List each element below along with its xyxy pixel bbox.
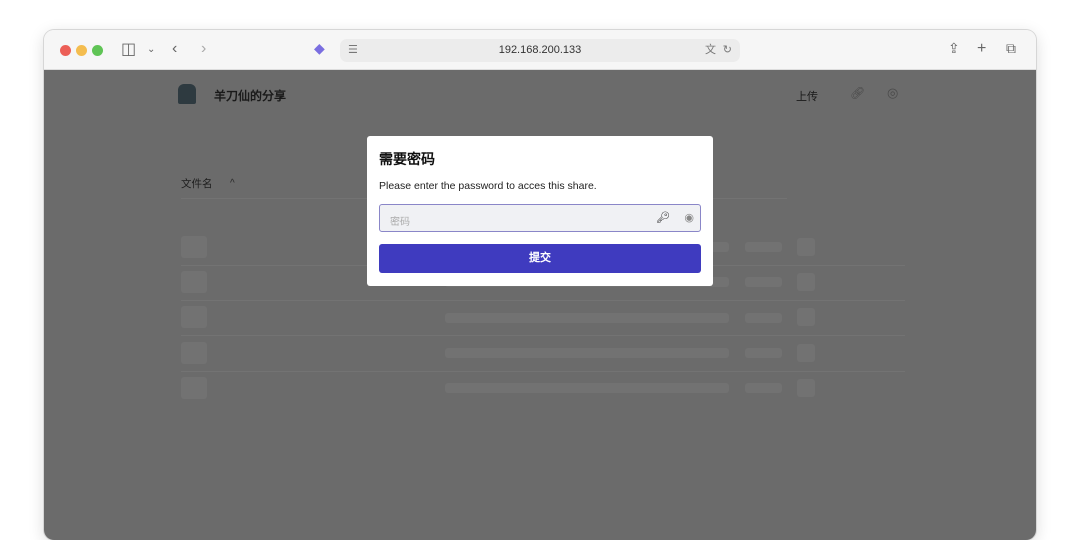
reload-icon[interactable]: ↻ (723, 39, 732, 62)
share-icon[interactable]: ⇪ (948, 40, 960, 57)
dialog-title: 需要密码 (379, 151, 435, 167)
sort-icon[interactable]: ^ (230, 178, 235, 189)
browser-window: ◫ ⌄ ‹ › ◆ ☰ 192.168.200.133 文 ↻ ⇪ + ⧉ 羊刀… (44, 30, 1036, 540)
tab-overview-icon[interactable]: ⧉ (1006, 40, 1016, 57)
maximize-window-button[interactable] (92, 45, 103, 56)
back-button[interactable]: ‹ (172, 40, 177, 58)
browser-toolbar: ◫ ⌄ ‹ › ◆ ☰ 192.168.200.133 文 ↻ ⇪ + ⧉ (44, 30, 1036, 70)
site-title: 羊刀仙的分享 (214, 89, 287, 103)
sidebar-icon[interactable]: ◫ (121, 39, 136, 59)
account-icon[interactable]: ◎ (887, 85, 898, 101)
password-dialog: 需要密码 Please enter the password to acces … (367, 136, 713, 286)
url-text: 192.168.200.133 (498, 44, 582, 56)
extension-icon[interactable]: ◆ (314, 40, 325, 57)
dialog-message: Please enter the password to acces this … (379, 180, 597, 192)
minimize-window-button[interactable] (76, 45, 87, 56)
link-icon[interactable]: 🔗︎ (850, 86, 865, 100)
reader-icon[interactable]: ☰ (348, 39, 358, 62)
close-window-button[interactable] (60, 45, 71, 56)
translate-icon[interactable]: 文 (705, 39, 716, 62)
upload-button[interactable]: 上传 (796, 88, 818, 104)
password-placeholder: 密码 (390, 217, 410, 228)
column-header-filename[interactable]: 文件名 (181, 176, 213, 191)
eye-icon[interactable]: ◉ (684, 211, 694, 224)
key-icon[interactable]: 🔑︎ (656, 211, 670, 224)
site-logo (178, 84, 196, 104)
submit-button[interactable]: 提交 (379, 244, 701, 273)
forward-button[interactable]: › (201, 40, 206, 58)
password-input[interactable]: 密码 🔑︎ ◉ (379, 204, 701, 232)
address-bar[interactable]: ☰ 192.168.200.133 文 ↻ (340, 39, 740, 62)
new-tab-button[interactable]: + (977, 40, 986, 58)
chevron-down-icon[interactable]: ⌄ (147, 44, 155, 55)
